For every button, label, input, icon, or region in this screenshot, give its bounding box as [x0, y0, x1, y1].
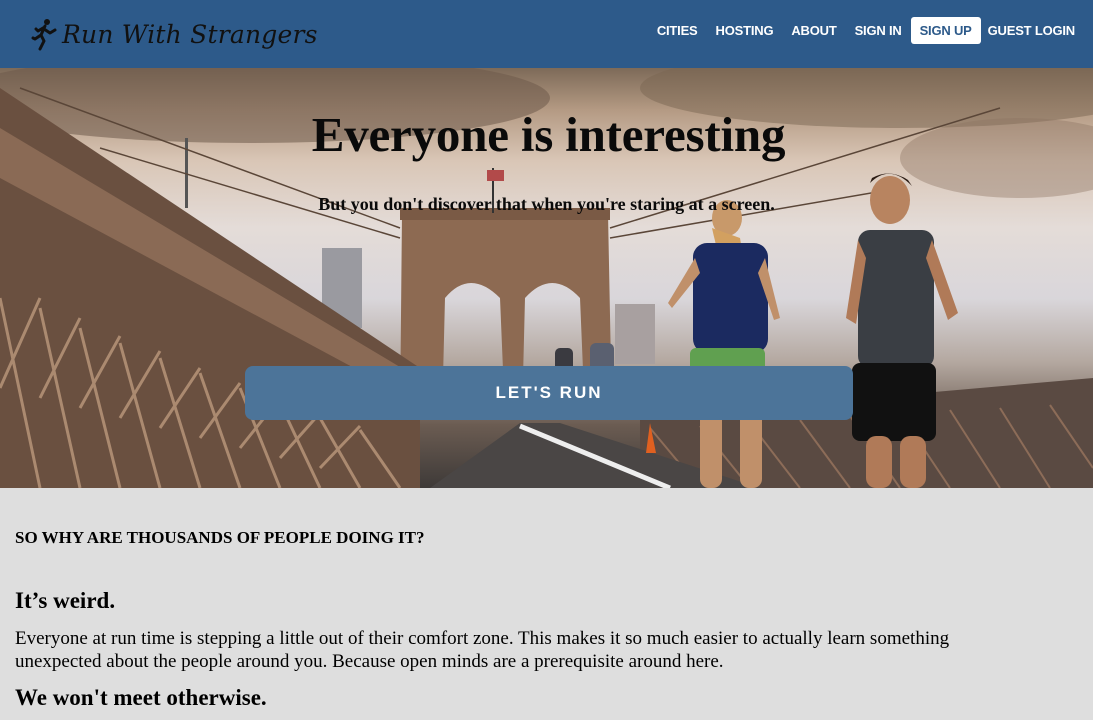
nav-cities-link[interactable]: CITIES	[657, 23, 698, 38]
nav-links: CITIES HOSTING ABOUT SIGN IN SIGN UP GUE…	[639, 17, 1075, 44]
reason-body: Everyone at run time is stepping a littl…	[15, 628, 950, 672]
nav-sign-in-link[interactable]: SIGN IN	[855, 23, 902, 38]
brand-name: Run With Strangers	[62, 19, 318, 49]
guest-login-link[interactable]: GUEST LOGIN	[988, 23, 1076, 38]
top-navbar: Run With Strangers CITIES HOSTING ABOUT …	[0, 0, 1093, 68]
hero-title: Everyone is interesting	[311, 107, 786, 162]
main-content: SO WHY ARE THOUSANDS OF PEOPLE DOING IT?…	[15, 488, 1075, 711]
brand-logo[interactable]: Run With Strangers	[30, 17, 318, 51]
hero-subtitle: But you don't discover that when you're …	[318, 194, 775, 214]
sign-up-button[interactable]: SIGN UP	[910, 17, 981, 44]
runner-icon	[31, 19, 57, 51]
nav-hosting-link[interactable]: HOSTING	[716, 23, 774, 38]
section-heading: SO WHY ARE THOUSANDS OF PEOPLE DOING IT?	[15, 528, 425, 547]
reason-title: It’s weird.	[15, 588, 116, 613]
lets-run-button[interactable]: LET'S RUN	[245, 366, 853, 420]
nav-about-link[interactable]: ABOUT	[791, 23, 836, 38]
reason-title: We won't meet otherwise.	[15, 685, 267, 710]
hero-section: Everyone is interesting But you don't di…	[0, 68, 1093, 488]
